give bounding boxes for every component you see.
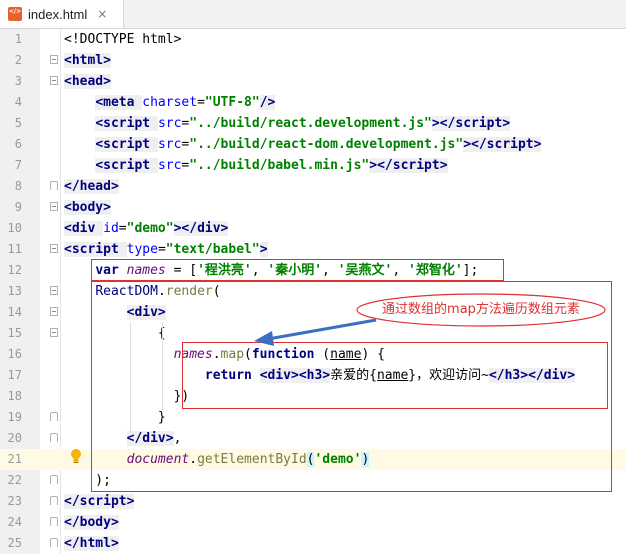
code-text: <script type="text/babel"> [64,242,268,257]
code-line[interactable]: 9 <body> [0,197,626,218]
line-number: 3 [14,74,22,88]
fold-marker-icon[interactable] [50,433,58,442]
line-number: 4 [14,95,22,109]
fold-marker-icon[interactable] [50,496,58,505]
editor-tab-bar: index.html × [0,0,626,29]
fold-marker-icon[interactable] [50,244,58,253]
line-number: 15 [7,326,22,340]
code-text: </body> [64,515,119,530]
lightbulb-icon[interactable] [70,448,82,466]
code-text: <div id="demo"></div> [64,221,229,236]
code-line[interactable]: 6 <script src="../build/react-dom.develo… [0,134,626,155]
code-text: <head> [64,74,111,89]
line-number: 2 [14,53,22,67]
code-line[interactable]: 5 <script src="../build/react.developmen… [0,113,626,134]
code-line[interactable]: 25 </html> [0,533,626,554]
tab-filename: index.html [28,6,88,22]
line-number: 20 [7,431,22,445]
fold-marker-icon[interactable] [50,538,58,547]
code-text: <script src="../build/react-dom.developm… [95,137,542,152]
line-number: 9 [14,200,22,214]
annotation-text: 通过数组的map方法遍历数组元素 [382,302,580,317]
code-line[interactable]: 8 </head> [0,176,626,197]
highlight-box-map-expression [182,342,608,409]
tab-index-html[interactable]: index.html × [0,0,124,28]
line-number: 14 [7,305,22,319]
code-text: </head> [64,179,119,194]
fold-marker-icon[interactable] [50,517,58,526]
line-number: 11 [7,242,22,256]
fold-marker-icon[interactable] [50,202,58,211]
line-number: 19 [7,410,22,424]
line-number: 5 [14,116,22,130]
highlight-box-names-array [91,259,504,281]
code-text: </html> [64,536,119,551]
line-number: 7 [14,158,22,172]
fold-marker-icon[interactable] [50,76,58,85]
code-line[interactable]: 7 <script src="../build/babel.min.js"></… [0,155,626,176]
code-text: </script> [64,494,135,509]
fold-marker-icon[interactable] [50,55,58,64]
code-text: <script src="../build/react.development.… [95,116,511,131]
fold-marker-icon[interactable] [50,328,58,337]
line-number: 10 [7,221,22,235]
line-number: 13 [7,284,22,298]
line-number: 25 [7,536,22,550]
html-file-icon [8,7,22,21]
code-text: <!DOCTYPE html> [64,32,182,47]
line-number: 18 [7,389,22,403]
line-number: 23 [7,494,22,508]
code-line[interactable]: 3 <head> [0,71,626,92]
code-text: <body> [64,200,111,215]
line-number: 21 [7,452,22,466]
fold-marker-icon[interactable] [50,307,58,316]
fold-marker-icon[interactable] [50,181,58,190]
code-text: <html> [64,53,111,68]
line-number: 16 [7,347,22,361]
code-line[interactable]: 1 <!DOCTYPE html> [0,29,626,50]
line-number: 17 [7,368,22,382]
fold-marker-icon[interactable] [50,412,58,421]
code-text: <script src="../build/babel.min.js"></sc… [95,158,448,173]
code-line[interactable]: 11 <script type="text/babel"> [0,239,626,260]
annotation-arrow-icon [254,318,377,346]
code-line[interactable]: 10 <div id="demo"></div> [0,218,626,239]
line-number: 1 [14,32,22,46]
line-number: 8 [14,179,22,193]
line-number: 12 [7,263,22,277]
code-line[interactable]: 23 </script> [0,491,626,512]
line-number: 6 [14,137,22,151]
line-number: 24 [7,515,22,529]
fold-marker-icon[interactable] [50,475,58,484]
line-number: 22 [7,473,22,487]
fold-marker-icon[interactable] [50,286,58,295]
close-icon[interactable]: × [97,7,107,21]
code-text: <meta charset="UTF-8"/> [95,95,276,110]
code-line[interactable]: 24 </body> [0,512,626,533]
code-line[interactable]: 4 <meta charset="UTF-8"/> [0,92,626,113]
code-line[interactable]: 2 <html> [0,50,626,71]
